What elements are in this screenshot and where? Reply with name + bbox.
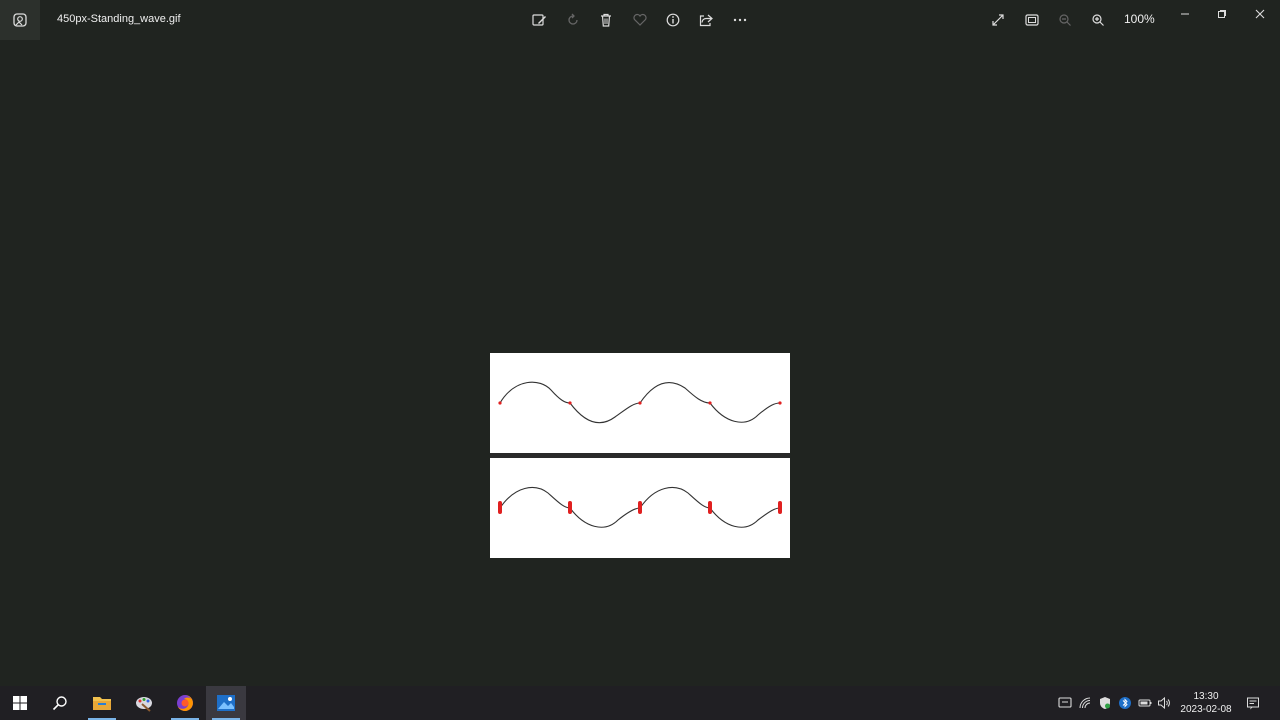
bluetooth-icon[interactable] — [1117, 695, 1133, 711]
wave-bottom-graphic — [498, 487, 782, 528]
edit-image-icon[interactable] — [527, 8, 551, 32]
delete-icon[interactable] — [594, 8, 618, 32]
minimize-button[interactable] — [1170, 4, 1200, 24]
paint-icon[interactable] — [124, 686, 164, 720]
clock-time: 13:30 — [1193, 691, 1219, 702]
maximize-button[interactable] — [1207, 4, 1237, 24]
standing-wave-image — [490, 353, 790, 558]
close-button[interactable] — [1245, 4, 1275, 24]
fullscreen-icon[interactable] — [986, 8, 1010, 32]
photos-app-icon[interactable] — [0, 0, 40, 40]
more-icon[interactable] — [728, 8, 752, 32]
zoom-out-icon[interactable] — [1053, 8, 1077, 32]
file-explorer-icon[interactable] — [82, 686, 122, 720]
wave-top-graphic — [498, 381, 782, 424]
wave-panel-bottom — [490, 458, 790, 558]
zoom-in-icon[interactable] — [1086, 8, 1110, 32]
start-icon[interactable] — [0, 686, 40, 720]
taskbar: 13:30 2023-02-08 — [0, 686, 1280, 720]
file-name-title: 450px-Standing_wave.gif — [57, 13, 181, 25]
system-clock[interactable]: 13:30 2023-02-08 — [1176, 690, 1236, 716]
notification-icon[interactable] — [1245, 695, 1261, 711]
search-icon[interactable] — [40, 686, 80, 720]
title-bar: 450px-Standing_wave.gif 100% — [0, 0, 1280, 40]
battery-icon[interactable] — [1137, 695, 1153, 711]
fit-window-icon[interactable] — [1020, 8, 1044, 32]
firefox-icon[interactable] — [165, 686, 205, 720]
zoom-level[interactable]: 100% — [1124, 12, 1155, 26]
rotate-icon[interactable] — [561, 8, 585, 32]
clock-date: 2023-02-08 — [1180, 704, 1232, 715]
share-icon[interactable] — [694, 8, 718, 32]
image-viewer[interactable] — [0, 40, 1280, 686]
volume-icon[interactable] — [1156, 695, 1172, 711]
favorite-icon[interactable] — [628, 8, 652, 32]
photos-icon[interactable] — [206, 686, 246, 720]
info-icon[interactable] — [661, 8, 685, 32]
network-drive-icon[interactable] — [1057, 695, 1073, 711]
wifi-icon[interactable] — [1077, 695, 1093, 711]
security-icon[interactable] — [1097, 695, 1113, 711]
wave-panel-top — [490, 353, 790, 453]
